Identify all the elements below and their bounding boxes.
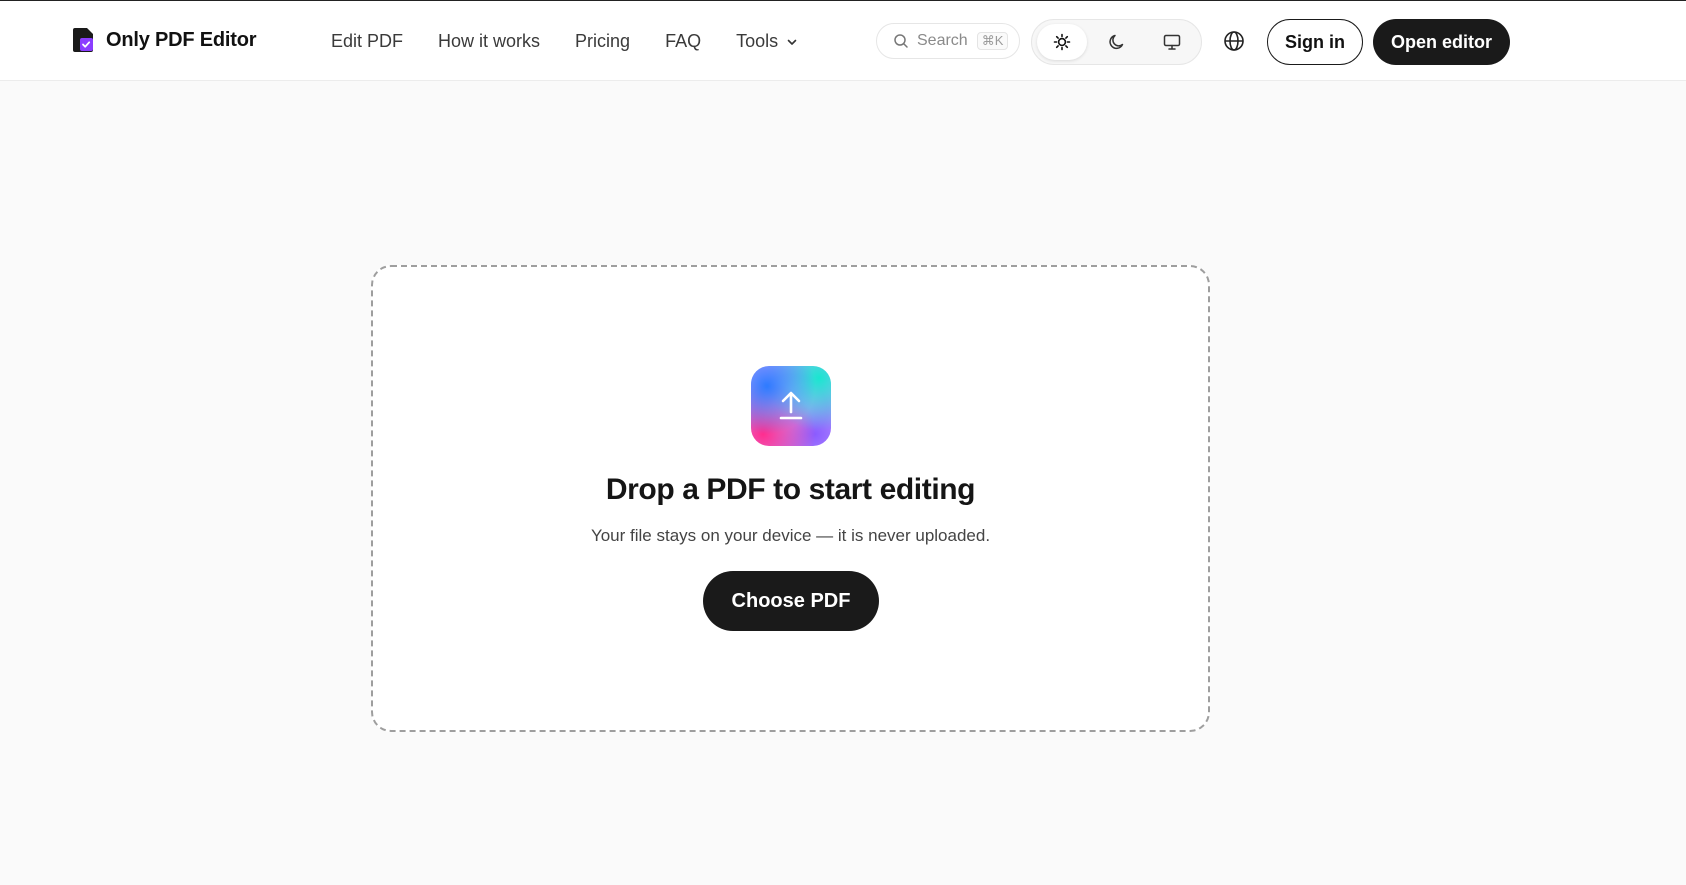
site-logo[interactable]: Only PDF Editor (72, 27, 257, 53)
theme-dark-button[interactable] (1092, 24, 1142, 60)
sign-in-button[interactable]: Sign in (1267, 19, 1363, 65)
upload-arrow-glyph (779, 391, 803, 420)
search-icon (894, 34, 908, 48)
nav-how-it-works-label: How it works (438, 31, 541, 51)
choose-pdf-button[interactable]: Choose PDF (703, 571, 879, 631)
logo-text: Only PDF Editor (106, 28, 257, 51)
nav-edit-pdf-label: Edit PDF (331, 31, 404, 51)
moon-icon (1109, 34, 1124, 50)
nav-how-it-works[interactable]: How it works (438, 31, 540, 52)
globe-icon[interactable] (1222, 29, 1246, 53)
nav-pricing-label: Pricing (575, 31, 631, 51)
pdf-dropzone[interactable]: Drop a PDF to start editing Your file st… (371, 265, 1210, 732)
chevron-down-icon (787, 39, 797, 45)
nav-pricing[interactable]: Pricing (575, 31, 630, 52)
sun-icon (1053, 33, 1071, 51)
upload-icon (751, 366, 831, 446)
search-placeholder: Search (917, 32, 968, 49)
theme-light-button[interactable] (1037, 24, 1087, 60)
dropzone-subtitle: Your file stays on your device — it is n… (590, 526, 991, 545)
nav-tools-dropdown[interactable]: Tools (736, 31, 798, 52)
search-button[interactable]: Search ⌘K (876, 23, 1020, 59)
site-header: Only PDF Editor Edit PDF How it works Pr… (0, 1, 1686, 81)
main-nav: Edit PDF How it works Pricing FAQ Tools (331, 31, 833, 52)
dropzone-title: Drop a PDF to start editing (605, 473, 976, 506)
pdf-document-check-icon (72, 27, 96, 53)
sign-in-label: Sign in (1285, 31, 1345, 52)
nav-tools-label: Tools (736, 31, 779, 51)
nav-edit-pdf[interactable]: Edit PDF (331, 31, 403, 52)
monitor-icon (1163, 34, 1181, 50)
nav-faq-label: FAQ (665, 31, 702, 51)
open-editor-label: Open editor (1390, 31, 1492, 52)
search-shortcut-badge: ⌘K (976, 32, 1009, 50)
open-editor-button[interactable]: Open editor (1373, 19, 1510, 65)
theme-system-button[interactable] (1147, 24, 1197, 60)
nav-faq[interactable]: FAQ (665, 31, 701, 52)
theme-switcher (1031, 19, 1202, 65)
choose-pdf-label: Choose PDF (731, 589, 851, 612)
